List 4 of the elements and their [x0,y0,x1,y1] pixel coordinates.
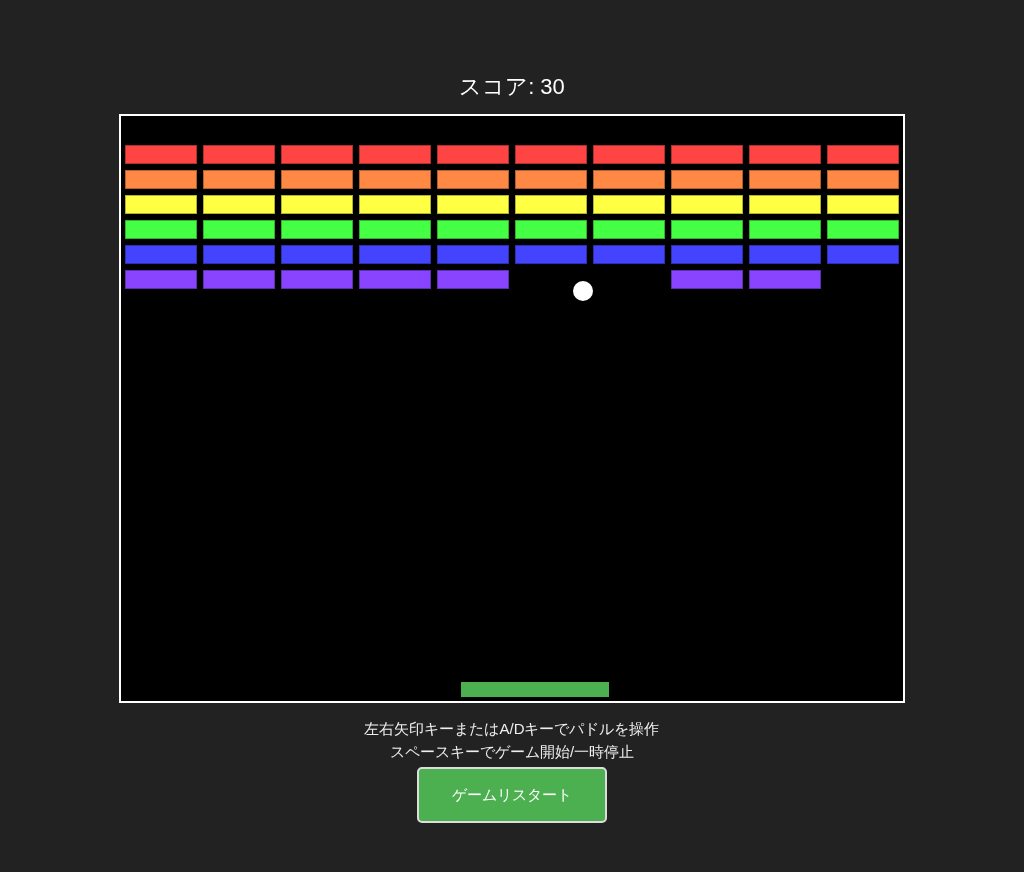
score-label: スコア: 30 [459,73,565,101]
restart-button[interactable]: ゲームリスタート [417,767,607,823]
instruction-text: スペースキーでゲーム開始/一時停止 [389,742,635,762]
instruction-text: 左右矢印キーまたはA/Dキーでパドルを操作 [364,719,660,739]
